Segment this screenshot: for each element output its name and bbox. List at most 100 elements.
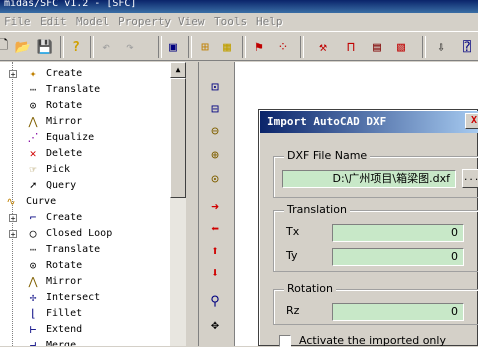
group-title: Rotation <box>284 282 337 295</box>
wrench-icon[interactable]: ⚒ <box>314 38 332 56</box>
tx-label: Tx <box>286 225 300 238</box>
tree-item[interactable]: ✕ Delete <box>0 146 170 162</box>
delete-icon: ✕ <box>29 147 37 160</box>
tree-item[interactable]: + ⌐ Create <box>0 210 170 226</box>
menu-property[interactable]: Property <box>118 15 171 28</box>
help-icon[interactable]: ? <box>67 38 85 56</box>
grid-snap-icon[interactable]: ⊞ <box>196 38 214 56</box>
zoom-in-icon[interactable]: ⊕ <box>206 146 224 164</box>
activate-checkbox[interactable] <box>279 335 291 347</box>
group-title: DXF File Name <box>284 149 371 162</box>
tx-field[interactable]: 0 <box>332 224 464 242</box>
tree-item[interactable]: ☞ Pick <box>0 162 170 178</box>
dxf-file-group: DXF File Name D:\广州项目\箱梁图.dxf ... <box>273 149 478 198</box>
display-icon[interactable]: ▣ <box>164 38 182 56</box>
tree-item[interactable]: + ◯ Closed Loop <box>0 226 170 242</box>
ty-field[interactable]: 0 <box>332 248 464 266</box>
tree-item[interactable]: ∿ Curve <box>0 194 170 210</box>
tree-item-label: Closed Loop <box>46 228 113 239</box>
tree-item[interactable]: ✢ Intersect <box>0 290 170 306</box>
pick-icon: ☞ <box>29 163 37 176</box>
expand-toggle[interactable]: + <box>9 70 17 79</box>
closed-loop-icon: ◯ <box>29 227 37 240</box>
expand-toggle[interactable]: + <box>9 214 17 223</box>
intersect-icon: ✢ <box>29 291 37 304</box>
section-icon[interactable]: ⊓ <box>342 38 360 56</box>
zoom-fit-icon[interactable]: ⊡ <box>206 78 224 96</box>
pan-right-icon[interactable]: ➜ <box>206 198 224 216</box>
tree-item[interactable]: ➚ Query <box>0 178 170 194</box>
tree-item[interactable]: ⌊ Fillet <box>0 306 170 322</box>
disk-icon[interactable]: ▧ <box>392 38 410 56</box>
pan-down-icon[interactable]: ⬇ <box>206 264 224 282</box>
command-tree: + ✦ Create ⋯ Translate ⊙ Rotate ⋀ Mirror… <box>0 62 170 346</box>
tree-item[interactable]: ⊙ Rotate <box>0 98 170 114</box>
menu-tools[interactable]: Tools <box>214 15 247 28</box>
dxf-path-field[interactable]: D:\广州项目\箱梁图.dxf <box>282 170 456 188</box>
ty-label: Ty <box>286 249 298 262</box>
pan-left-icon[interactable]: ⬅ <box>206 220 224 238</box>
zoom-region-icon[interactable]: ⊙ <box>206 170 224 188</box>
open-folder-icon[interactable]: 📂 <box>14 38 32 56</box>
menu-help[interactable]: Help <box>256 15 283 28</box>
tree-item-label: Rotate <box>46 100 83 111</box>
mirror-icon: ⋀ <box>28 115 38 128</box>
zoom-dynamic-icon[interactable]: ⚲ <box>206 292 224 310</box>
scroll-thumb[interactable] <box>170 78 186 198</box>
menu-edit[interactable]: Edit <box>40 15 67 28</box>
import-dxf-dialog: Import AutoCAD DXF X DXF File Name D:\广州… <box>258 109 478 347</box>
translation-group: Translation Tx 0 Ty 0 <box>273 203 478 272</box>
pan-up-icon[interactable]: ⬆ <box>206 242 224 260</box>
zoom-out-icon[interactable]: ⊖ <box>206 122 224 140</box>
rotate-icon: ⊙ <box>29 99 37 112</box>
tree-item-label: Equalize <box>46 132 95 143</box>
tree-item[interactable]: ⊙ Rotate <box>0 258 170 274</box>
pointer-icon[interactable]: ⇩ <box>432 38 450 56</box>
create-icon: ✦ <box>29 67 37 80</box>
tree-item[interactable]: ⋯ Translate <box>0 242 170 258</box>
tree-item[interactable]: ⋯ Translate <box>0 82 170 98</box>
tree-item-label: Mirror <box>46 276 83 287</box>
tree-item[interactable]: ⊢ Extend <box>0 322 170 338</box>
tree-item-label: Create <box>46 212 83 223</box>
main-toolbar: 🗋 📂 💾 ? ↶ ↷ ▣ ⊞ ▦ ⚑ ⁘ ⚒ ⊓ ▤ ▧ ⇩ ⍰ <box>0 31 478 61</box>
point-scatter-icon[interactable]: ⁘ <box>274 38 292 56</box>
tree-item[interactable]: ⊣ Merge <box>0 338 170 346</box>
tree-item-label: Translate <box>46 84 101 95</box>
tree-item-label: Create <box>46 68 83 79</box>
grid-icon[interactable]: ▦ <box>218 38 236 56</box>
tree-item[interactable]: ⋀ Mirror <box>0 274 170 290</box>
browse-button[interactable]: ... <box>462 169 478 188</box>
mirror-icon: ⋀ <box>28 275 38 288</box>
rz-field[interactable]: 0 <box>332 303 464 321</box>
menu-view[interactable]: View <box>178 15 205 28</box>
point-flag-icon[interactable]: ⚑ <box>250 38 268 56</box>
tree-item[interactable]: ⋰ Equalize <box>0 130 170 146</box>
fillet-icon: ⌊ <box>29 307 37 320</box>
new-file-icon[interactable]: 🗋 <box>0 38 12 56</box>
table-icon[interactable]: ▤ <box>368 38 386 56</box>
scroll-up-button[interactable]: ▲ <box>170 62 186 78</box>
toolbar-separator <box>90 36 94 58</box>
pan-move-icon[interactable]: ✥ <box>206 316 224 334</box>
extend-icon: ⊢ <box>29 323 37 336</box>
window-title-bar: midas/SFC v1.2 - [SFC] <box>0 0 478 13</box>
tree-item-label: Translate <box>46 244 101 255</box>
menu-model[interactable]: Model <box>76 15 109 28</box>
menu-file[interactable]: File <box>4 15 31 28</box>
rotation-group: Rotation Rz 0 <box>273 282 478 325</box>
tree-item[interactable]: + ✦ Create <box>0 66 170 82</box>
tree-scrollbar[interactable]: ▲ <box>170 62 186 346</box>
zoom-window-icon[interactable]: ⊟ <box>206 100 224 118</box>
query-pointer-icon[interactable]: ⍰ <box>458 38 476 56</box>
undo-icon[interactable]: ↶ <box>97 38 115 56</box>
expand-toggle[interactable]: + <box>9 230 17 239</box>
menu-bar: File Edit Model Property View Tools Help <box>0 13 478 30</box>
save-icon[interactable]: 💾 <box>36 38 54 56</box>
tree-item-label: Delete <box>46 148 83 159</box>
group-title: Translation <box>284 203 350 216</box>
close-icon[interactable]: X <box>465 113 478 129</box>
toolbar-separator <box>60 36 64 58</box>
redo-icon[interactable]: ↷ <box>121 38 139 56</box>
tree-item[interactable]: ⋀ Mirror <box>0 114 170 130</box>
